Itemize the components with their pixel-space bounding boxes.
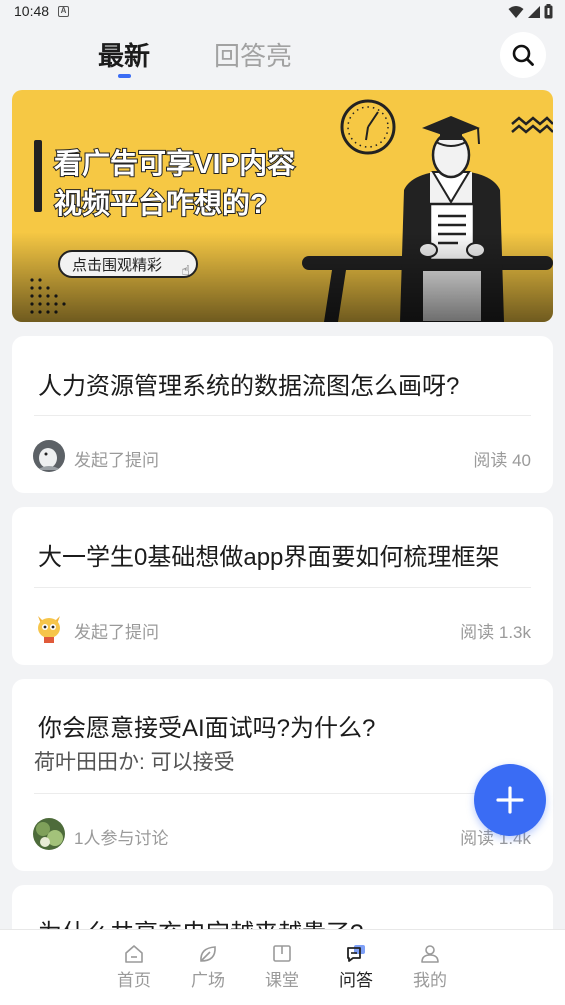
signal-icon bbox=[528, 5, 540, 18]
active-tab-indicator bbox=[118, 74, 131, 78]
question-meta: 1人参与讨论 bbox=[74, 829, 169, 848]
status-bar: 10:48 A bbox=[0, 0, 565, 24]
avatar[interactable] bbox=[33, 818, 65, 850]
search-button[interactable] bbox=[500, 32, 546, 78]
status-time: 10:48 bbox=[14, 3, 50, 19]
status-icons bbox=[508, 4, 553, 19]
bottom-nav: 首页 广场 课堂 问答 我的 bbox=[0, 929, 565, 1005]
nav-item-classroom[interactable]: 课堂 bbox=[252, 944, 312, 991]
banner-accent-bar bbox=[34, 140, 42, 212]
nav-label: 问答 bbox=[339, 971, 373, 990]
nav-label: 我的 bbox=[413, 971, 447, 990]
nav-item-home[interactable]: 首页 bbox=[104, 944, 164, 991]
question-card[interactable]: 人力资源管理系统的数据流图怎么画呀? 发起了提问 阅读 40 bbox=[12, 336, 553, 493]
nav-item-profile[interactable]: 我的 bbox=[400, 944, 460, 991]
home-icon bbox=[125, 945, 143, 963]
question-meta: 发起了提问 bbox=[74, 623, 159, 642]
nav-item-qa[interactable]: 问答 bbox=[326, 944, 386, 991]
banner-headline-1: 看广告可享VIP内容 bbox=[53, 147, 296, 180]
leaf-icon bbox=[200, 946, 216, 962]
search-icon bbox=[512, 44, 534, 66]
avatar-image bbox=[33, 612, 65, 644]
question-title[interactable]: 大一学生0基础想做app界面要如何梳理框架 bbox=[38, 537, 499, 572]
avatar-image bbox=[33, 440, 65, 472]
nav-label: 课堂 bbox=[265, 971, 299, 990]
nav-item-square[interactable]: 广场 bbox=[178, 944, 238, 991]
banner-headline-2: 视频平台咋想的? bbox=[53, 187, 268, 220]
ask-question-button[interactable] bbox=[474, 764, 546, 836]
read-count: 阅读 40 bbox=[473, 451, 531, 470]
question-title[interactable]: 你会愿意接受AI面试吗?为什么? bbox=[38, 708, 375, 743]
book-icon bbox=[273, 945, 291, 962]
user-icon bbox=[421, 945, 439, 963]
tab-highlight-answers[interactable]: 回答亮 bbox=[214, 36, 292, 73]
nav-label: 首页 bbox=[117, 971, 151, 990]
notification-icon: A bbox=[58, 6, 69, 17]
battery-icon bbox=[544, 4, 553, 19]
avatar[interactable] bbox=[33, 440, 65, 472]
banner-cta-label: 点击围观精彩 bbox=[72, 257, 163, 274]
wifi-icon bbox=[508, 5, 524, 18]
chat-icon bbox=[347, 945, 365, 962]
promo-banner[interactable]: 看广告可享VIP内容 视频平台咋想的? 点击围观精彩 ☝ bbox=[12, 90, 553, 322]
banner-cta-button[interactable]: 点击围观精彩 ☝ bbox=[58, 250, 199, 278]
question-card[interactable]: 你会愿意接受AI面试吗?为什么? 荷叶田田か: 可以接受 1人参与讨论 阅读 1… bbox=[12, 679, 553, 871]
avatar[interactable] bbox=[33, 612, 65, 644]
question-title[interactable]: 人力资源管理系统的数据流图怎么画呀? bbox=[38, 366, 459, 401]
tab-latest[interactable]: 最新 bbox=[98, 36, 150, 73]
top-answer[interactable]: 荷叶田田か: 可以接受 bbox=[34, 746, 235, 776]
plus-icon bbox=[496, 786, 524, 814]
read-count: 阅读 1.3k bbox=[460, 623, 531, 642]
card-divider bbox=[34, 415, 531, 416]
pointer-hand-icon: ☝ bbox=[181, 262, 191, 278]
question-card[interactable]: 大一学生0基础想做app界面要如何梳理框架 发起了提问 阅读 1.3k bbox=[12, 507, 553, 665]
avatar-image bbox=[33, 818, 65, 850]
card-divider bbox=[34, 793, 531, 794]
question-meta: 发起了提问 bbox=[74, 451, 159, 470]
card-divider bbox=[34, 587, 531, 588]
header: 最新 回答亮 bbox=[0, 24, 565, 84]
nav-label: 广场 bbox=[191, 971, 225, 990]
